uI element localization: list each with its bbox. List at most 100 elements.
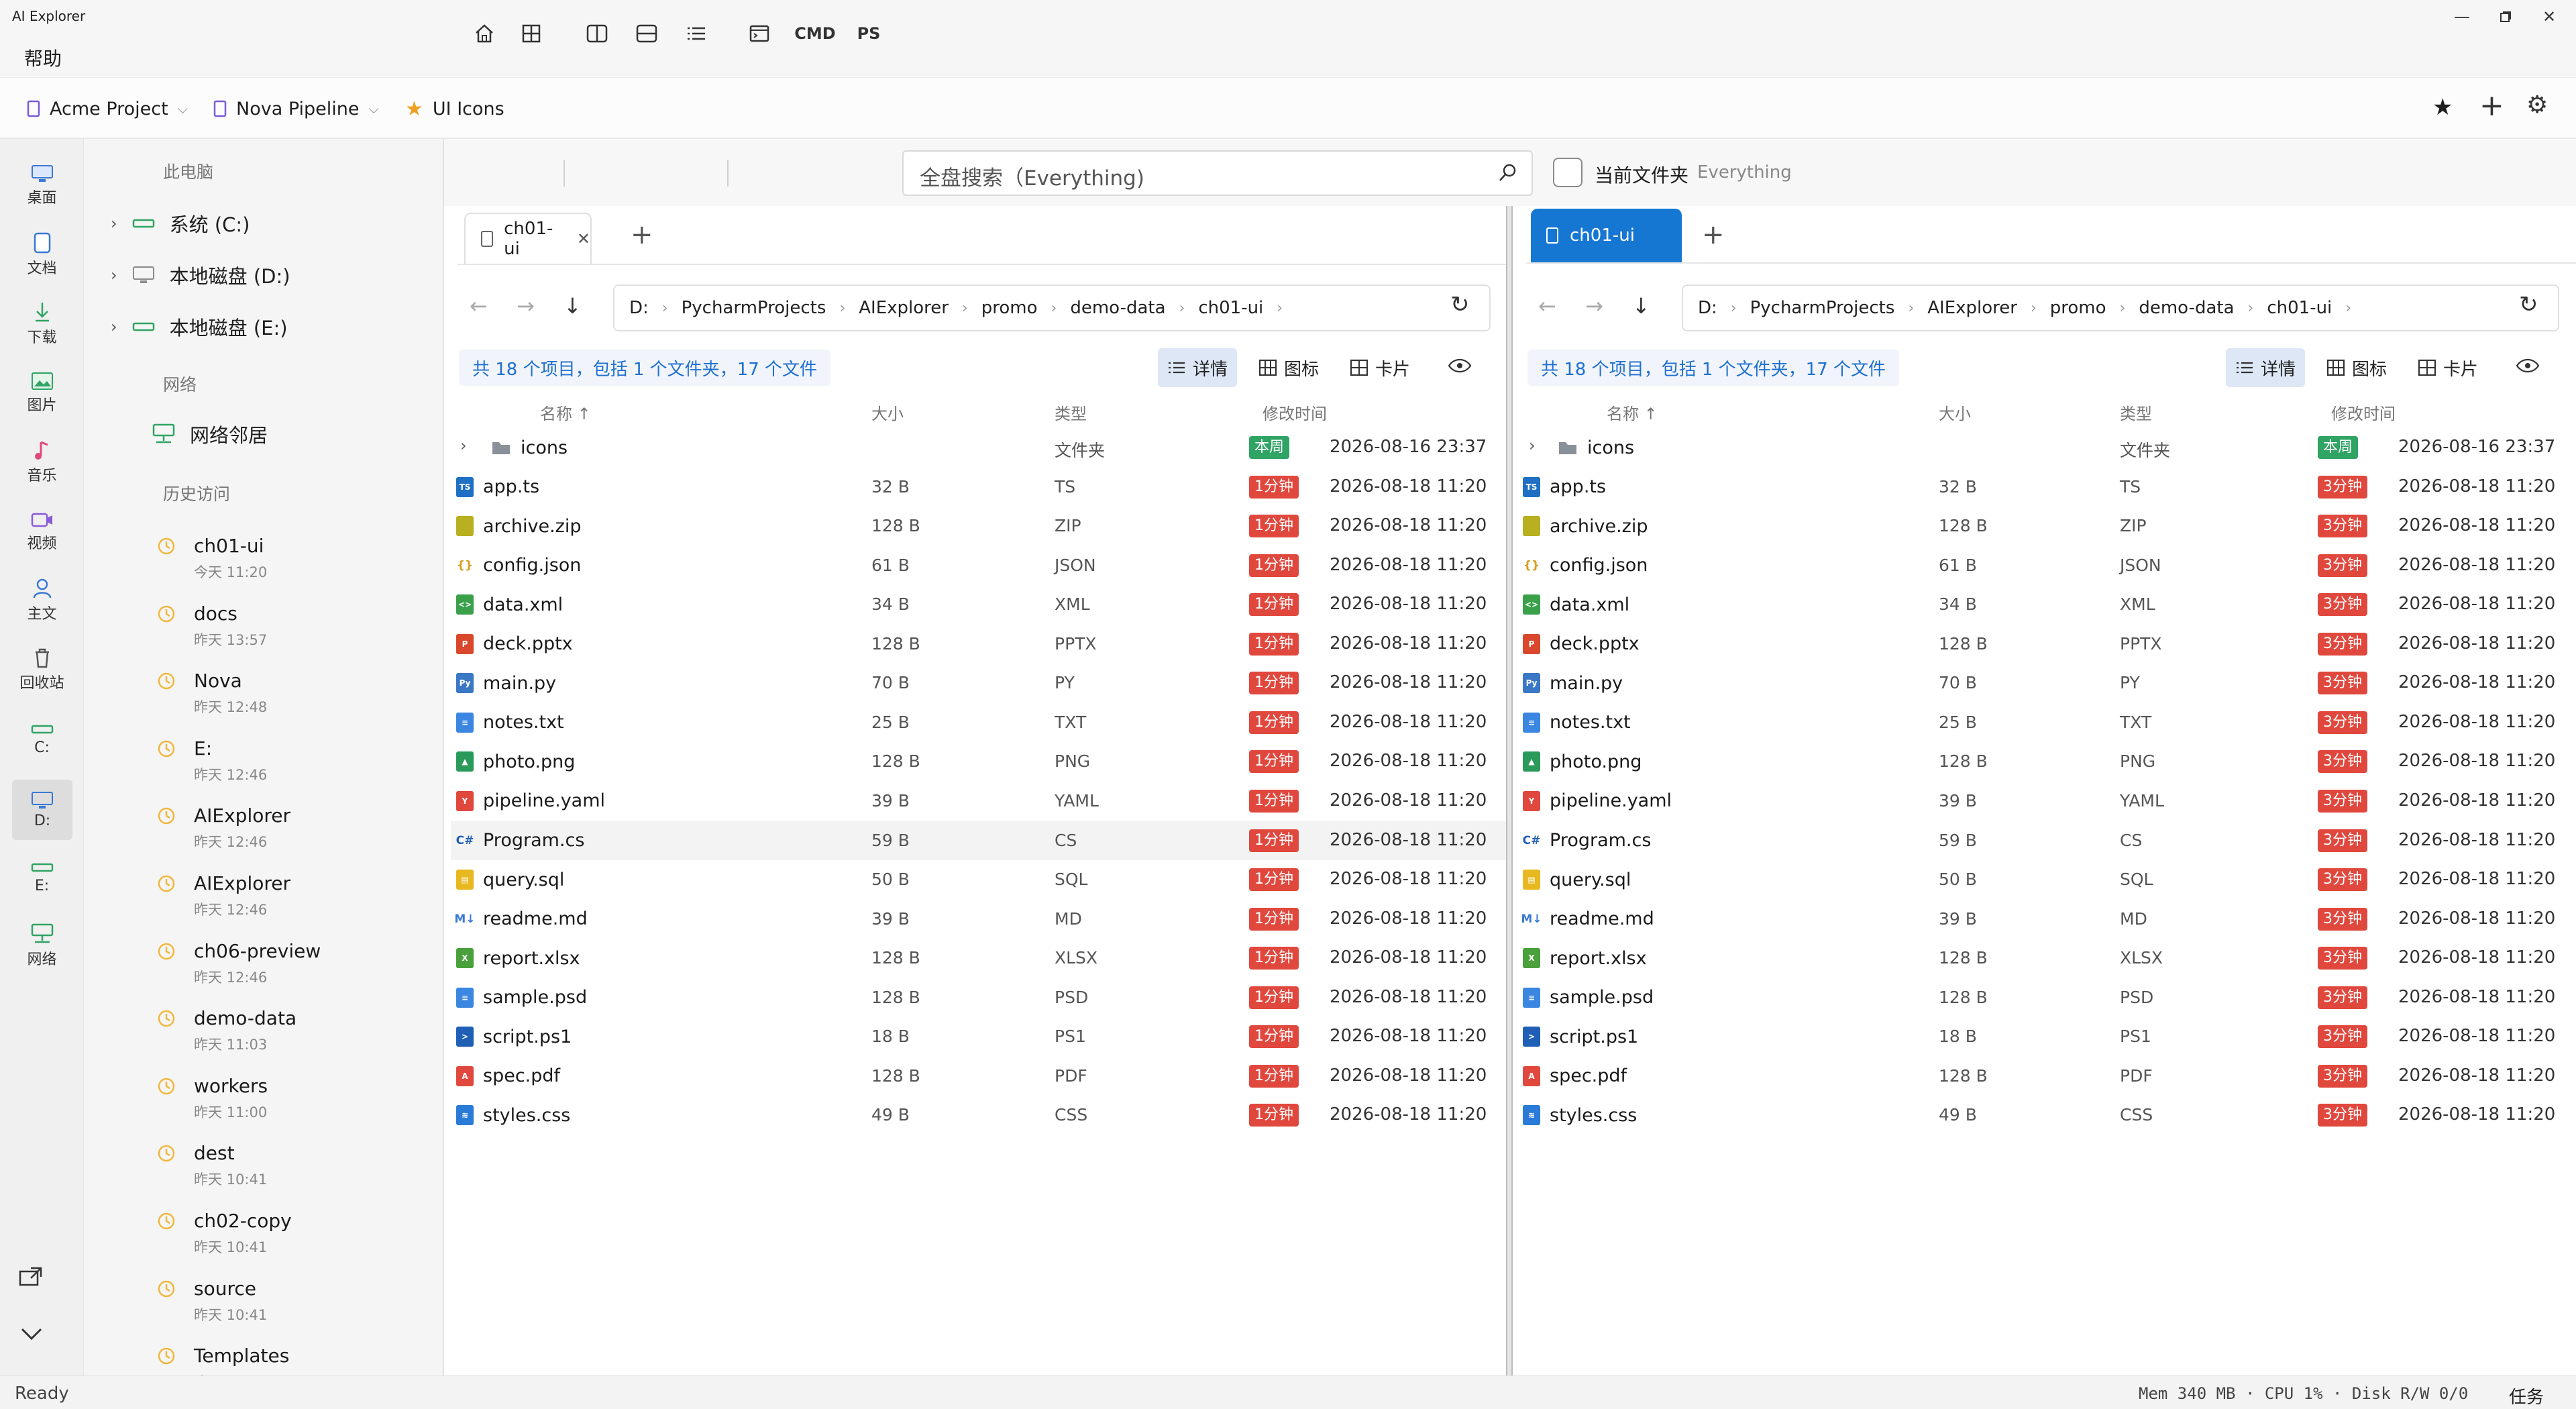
breadcrumb-segment[interactable]: ch01-ui xyxy=(1198,298,1263,318)
history-item[interactable]: ch02-copy 昨天 10:41 xyxy=(156,1203,438,1270)
history-item[interactable]: E: 昨天 12:46 xyxy=(156,731,438,798)
new-tab-button[interactable]: + xyxy=(1702,219,1725,250)
file-row[interactable]: ≡ sample.psd 128 B PSD 3分钟 2026-08-18 11:20 xyxy=(1519,978,2576,1018)
project-tab-acme[interactable]: Acme Project ⌵ xyxy=(27,78,188,140)
breadcrumb-segment[interactable]: PycharmProjects xyxy=(1750,298,1895,318)
history-item[interactable]: docs 昨天 13:57 xyxy=(156,596,438,663)
rail-item-pictures[interactable]: 图片 xyxy=(0,361,84,425)
breadcrumb-segment[interactable]: promo xyxy=(981,298,1038,318)
refresh-icon[interactable]: ↻ xyxy=(1450,291,1470,318)
close-window-button[interactable]: ✕ xyxy=(2529,4,2569,30)
file-row[interactable]: ≋ styles.css 49 B CSS 1分钟 2026-08-18 11:20 xyxy=(451,1096,1506,1135)
open-external-icon[interactable] xyxy=(19,1266,43,1286)
open-cmd-button[interactable]: CMD xyxy=(792,19,839,48)
project-tab-ui-icons[interactable]: ★ UI Icons xyxy=(405,78,504,140)
rail-item-network[interactable]: 网络 xyxy=(0,914,84,978)
column-type[interactable]: 类型 xyxy=(2120,401,2152,424)
file-row[interactable]: ≋ styles.css 49 B CSS 3分钟 2026-08-18 11:20 xyxy=(1519,1096,2576,1135)
home-icon[interactable] xyxy=(470,19,499,48)
rail-item-home[interactable]: 主文 xyxy=(0,568,84,633)
rail-item-desktop[interactable]: 桌面 xyxy=(0,154,84,218)
file-row[interactable]: Aspec.pdf 128 B PDF 3分钟 2026-08-18 11:20 xyxy=(1519,1057,2576,1096)
breadcrumb-segment[interactable]: demo-data xyxy=(2139,298,2234,318)
file-row[interactable]: Aspec.pdf 128 B PDF 1分钟 2026-08-18 11:20 xyxy=(451,1057,1506,1096)
view-cards-button[interactable]: 卡片 xyxy=(2408,348,2487,387)
file-row[interactable]: archive.zip 128 B ZIP 3分钟 2026-08-18 11:20 xyxy=(1519,507,2576,546)
right-tab-ch01-ui[interactable]: ch01-ui xyxy=(1531,209,1682,262)
rail-item-videos[interactable]: 视频 xyxy=(0,499,84,564)
history-item[interactable]: demo-data 昨天 11:03 xyxy=(156,1000,438,1067)
breadcrumb-segment[interactable]: demo-data xyxy=(1070,298,1165,318)
chevron-right-icon[interactable]: › xyxy=(1529,436,1536,455)
terminal-icon[interactable] xyxy=(745,19,774,48)
split-vertical-icon[interactable] xyxy=(582,19,612,48)
file-row[interactable]: archive.zip 128 B ZIP 1分钟 2026-08-18 11:20 xyxy=(451,507,1506,546)
preview-eye-icon[interactable] xyxy=(1448,358,1472,374)
breadcrumb-segment[interactable]: ch01-ui xyxy=(2267,298,2332,318)
collapse-chevron-icon[interactable] xyxy=(20,1326,43,1341)
file-row[interactable]: M↓ readme.md 39 B MD 3分钟 2026-08-18 11:20 xyxy=(1519,900,2576,939)
grid-view-icon[interactable] xyxy=(517,19,546,48)
up-button[interactable]: ↓ xyxy=(1632,293,1650,319)
file-row[interactable]: Xreport.xlsx 128 B XLSX 3分钟 2026-08-18 11:20 xyxy=(1519,939,2576,978)
tree-item-drive-e[interactable]: › 本地磁盘 (E:) xyxy=(111,307,288,347)
refresh-icon[interactable]: ↻ xyxy=(2519,291,2538,318)
chevron-right-icon[interactable]: › xyxy=(111,214,117,233)
file-row[interactable]: Pdeck.pptx 128 B PPTX 3分钟 2026-08-18 11:20 xyxy=(1519,625,2576,664)
file-row[interactable]: <> data.xml 34 B XML 1分钟 2026-08-18 11:20 xyxy=(451,585,1506,625)
history-item[interactable]: workers 昨天 11:00 xyxy=(156,1068,438,1135)
column-name[interactable]: 名称 ↑ xyxy=(540,401,591,424)
split-horizontal-icon[interactable] xyxy=(632,19,661,48)
column-size[interactable]: 大小 xyxy=(871,401,904,424)
forward-button[interactable]: → xyxy=(1585,293,1603,319)
forward-button[interactable]: → xyxy=(517,293,535,319)
breadcrumb[interactable]: D: › PycharmProjects › AIExplorer › promo › demo… xyxy=(1682,284,2559,331)
maximize-button[interactable] xyxy=(2485,4,2526,30)
left-tab-ch01-ui[interactable]: ch01-ui ✕ xyxy=(464,213,592,264)
file-row[interactable]: Xreport.xlsx 128 B XLSX 1分钟 2026-08-18 11:20 xyxy=(451,939,1506,978)
file-row[interactable]: {} config.json 61 B JSON 1分钟 2026-08-18 11:20 xyxy=(451,546,1506,586)
file-row[interactable]: ≡ notes.txt 25 B TXT 3分钟 2026-08-18 11:20 xyxy=(1519,703,2576,743)
breadcrumb-segment[interactable]: AIExplorer xyxy=(859,298,949,318)
breadcrumb-separator-icon[interactable]: › xyxy=(1051,300,1057,317)
breadcrumb-separator-icon[interactable]: › xyxy=(1277,300,1283,317)
rail-item-documents[interactable]: 文档 xyxy=(0,223,84,287)
history-item[interactable]: source 昨天 10:41 xyxy=(156,1271,438,1338)
rail-item-drive-c[interactable]: C: xyxy=(0,707,84,771)
chevron-right-icon[interactable]: › xyxy=(460,436,467,455)
history-item[interactable]: ch06-preview 昨天 12:46 xyxy=(156,933,438,1000)
history-item[interactable]: AIExplorer 昨天 12:46 xyxy=(156,798,438,865)
pane-splitter[interactable] xyxy=(1506,206,1513,1375)
file-row[interactable]: > script.ps1 18 B PS1 1分钟 2026-08-18 11:20 xyxy=(451,1017,1506,1057)
file-row[interactable]: ▲ photo.png 128 B PNG 1分钟 2026-08-18 11:20 xyxy=(451,742,1506,782)
favorite-star-button[interactable]: ★ xyxy=(2432,94,2453,121)
rail-item-music[interactable]: 音乐 xyxy=(0,430,84,494)
file-row[interactable]: C# Program.cs 59 B CS 3分钟 2026-08-18 11:20 xyxy=(1519,821,2576,861)
tree-item-network-neighborhood[interactable]: 网络邻居 xyxy=(152,414,268,454)
rail-item-downloads[interactable]: 下载 xyxy=(0,292,84,356)
file-row[interactable]: M↓ readme.md 39 B MD 1分钟 2026-08-18 11:20 xyxy=(451,900,1506,939)
view-icons-button[interactable]: 图标 xyxy=(2317,348,2396,387)
file-row[interactable]: Py main.py 70 B PY 3分钟 2026-08-18 11:20 xyxy=(1519,664,2576,703)
file-row[interactable]: > script.ps1 18 B PS1 3分钟 2026-08-18 11:20 xyxy=(1519,1017,2576,1057)
tree-item-drive-c[interactable]: › 系统 (C:) xyxy=(111,203,250,244)
breadcrumb-separator-icon[interactable]: › xyxy=(839,300,845,317)
up-button[interactable]: ↓ xyxy=(564,293,582,319)
history-item[interactable]: Nova 昨天 12:48 xyxy=(156,663,438,730)
close-tab-icon[interactable]: ✕ xyxy=(577,229,590,248)
file-row[interactable]: ▲ photo.png 128 B PNG 3分钟 2026-08-18 11:20 xyxy=(1519,742,2576,782)
view-cards-button[interactable]: 卡片 xyxy=(1340,348,1419,387)
file-row[interactable]: ▤ query.sql 50 B SQL 3分钟 2026-08-18 11:20 xyxy=(1519,860,2576,900)
file-row[interactable]: Ypipeline.yaml 39 B YAML 3分钟 2026-08-18 11:2… xyxy=(1519,782,2576,821)
view-details-button[interactable]: 详情 xyxy=(1158,348,1238,387)
breadcrumb-segment[interactable]: PycharmProjects xyxy=(682,298,826,318)
breadcrumb-separator-icon[interactable]: › xyxy=(962,300,968,317)
menu-help[interactable]: 帮助 xyxy=(24,44,62,71)
current-folder-checkbox[interactable] xyxy=(1553,158,1582,187)
file-row[interactable]: Ypipeline.yaml 39 B YAML 1分钟 2026-08-18 11:2… xyxy=(451,782,1506,821)
breadcrumb-separator-icon[interactable]: › xyxy=(2031,300,2037,317)
breadcrumb-separator-icon[interactable]: › xyxy=(2120,300,2126,317)
file-row[interactable]: ≡ sample.psd 128 B PSD 1分钟 2026-08-18 11:20 xyxy=(451,978,1506,1018)
tree-item-drive-d[interactable]: › 本地磁盘 (D:) xyxy=(111,255,290,295)
file-row[interactable]: Pdeck.pptx 128 B PPTX 1分钟 2026-08-18 11:20 xyxy=(451,625,1506,664)
